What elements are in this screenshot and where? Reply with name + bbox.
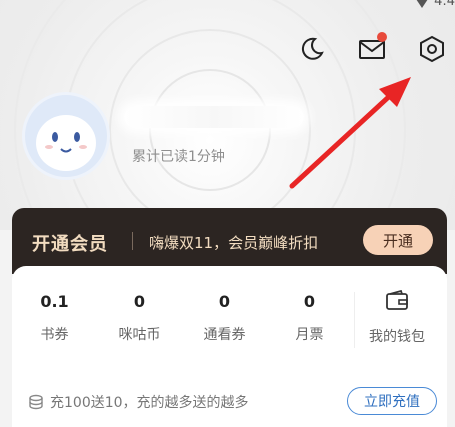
avatar[interactable] bbox=[22, 92, 110, 180]
stat-label: 通看券 bbox=[203, 327, 246, 343]
my-wallet-label: 我的钱包 bbox=[369, 329, 425, 345]
vip-title: 开通会员 bbox=[32, 234, 108, 255]
stat-value: 0.1 bbox=[40, 292, 69, 311]
open-vip-button[interactable]: 开通 bbox=[363, 225, 433, 255]
stat-book-coupons[interactable]: 0.1 书券 bbox=[12, 292, 97, 344]
recharge-text: 充100送10，充的越多送的越多 bbox=[50, 395, 249, 411]
wallet-card: 0.1 书券 0 咪咕币 0 通看券 0 月票 我的钱包 充100送10，充的越… bbox=[12, 266, 447, 427]
stat-label: 咪咕币 bbox=[118, 327, 161, 343]
stat-value: 0 bbox=[218, 292, 231, 311]
stat-label: 月票 bbox=[295, 327, 324, 343]
recharge-now-button[interactable]: 立即充值 bbox=[347, 387, 437, 415]
stat-label: 书券 bbox=[40, 327, 69, 343]
vip-promo-text: 嗨爆双11，会员巅峰折扣 bbox=[149, 234, 319, 252]
avatar-face-icon bbox=[36, 115, 96, 171]
wallet-stats: 0.1 书券 0 咪咕币 0 通看券 0 月票 bbox=[12, 292, 352, 344]
my-wallet-button[interactable]: 我的钱包 bbox=[356, 289, 438, 346]
status-bar: 4:4 bbox=[414, 0, 455, 9]
vip-divider bbox=[132, 232, 133, 250]
vip-banner[interactable]: 开通会员 嗨爆双11，会员巅峰折扣 开通 bbox=[12, 208, 447, 274]
wallet-icon bbox=[386, 289, 408, 310]
username-blurred[interactable] bbox=[124, 106, 304, 128]
wallet-divider bbox=[354, 292, 355, 348]
settings-hexagon-icon bbox=[420, 35, 444, 63]
unread-badge bbox=[377, 32, 387, 42]
stat-migu-coins[interactable]: 0 咪咕币 bbox=[97, 292, 182, 344]
settings-button[interactable] bbox=[417, 34, 447, 64]
stat-value: 0 bbox=[133, 292, 146, 311]
messages-button[interactable] bbox=[357, 32, 387, 64]
recharge-promo: 充100送10，充的越多送的越多 bbox=[28, 392, 249, 412]
stat-monthly-tickets[interactable]: 0 月票 bbox=[267, 292, 352, 344]
coins-icon bbox=[29, 394, 43, 410]
stat-read-pass-coupons[interactable]: 0 通看券 bbox=[182, 292, 267, 344]
wifi-icon bbox=[414, 0, 431, 8]
stat-value: 0 bbox=[303, 292, 316, 311]
top-actions bbox=[297, 32, 447, 64]
read-time-text: 累计已读1分钟 bbox=[132, 149, 225, 165]
moon-icon bbox=[301, 37, 324, 60]
status-time: 4:4 bbox=[434, 0, 455, 9]
night-mode-button[interactable] bbox=[297, 34, 327, 64]
